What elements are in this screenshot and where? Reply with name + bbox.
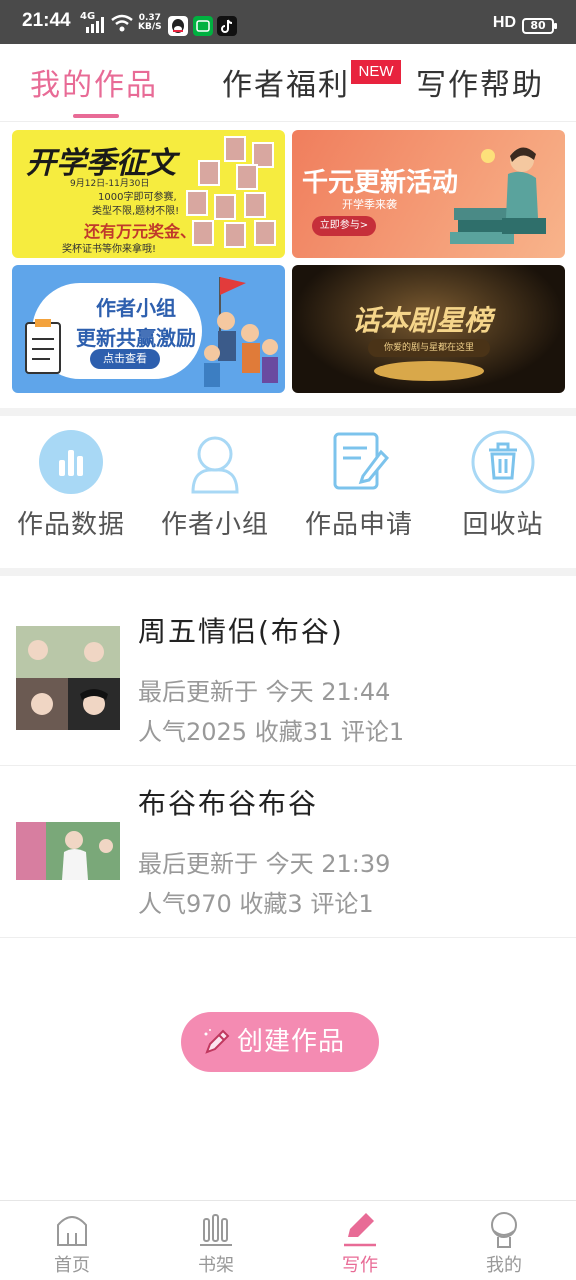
status-time: 21:44	[22, 10, 71, 31]
nav-profile[interactable]: 我的	[454, 1209, 554, 1277]
nav-label: 我的	[486, 1255, 522, 1276]
quick-action-recycle-bin[interactable]: 回收站	[438, 430, 568, 541]
clipboard-icon	[25, 319, 61, 374]
nav-label: 首页	[54, 1255, 90, 1276]
pen-icon	[344, 1213, 376, 1247]
join-now-button[interactable]: 立即参与>	[312, 216, 376, 236]
nav-write[interactable]: 写作	[310, 1209, 410, 1277]
wifi-icon	[111, 14, 133, 32]
quick-action-label: 作者小组	[160, 510, 269, 540]
work-cover	[16, 626, 120, 730]
nav-label: 写作	[342, 1255, 378, 1276]
iqiyi-icon	[193, 16, 213, 36]
quick-action-label: 作品数据	[16, 510, 125, 540]
work-title: 布谷布谷布谷	[138, 787, 319, 820]
edit-document-icon	[333, 432, 390, 490]
tab-author-welfare[interactable]: 作者福利	[222, 60, 350, 104]
banner-subtitle: 你爱的剧与星都在这里	[368, 339, 490, 357]
banner-subtitle: 开学季来袭	[342, 198, 397, 211]
banner-text: 类型不限,题材不限!	[92, 206, 180, 217]
pencil-icon	[204, 1029, 230, 1054]
banner-title: 话本剧星榜	[352, 304, 493, 337]
quick-action-label: 作品申请	[304, 510, 413, 540]
active-tab-indicator	[73, 114, 119, 118]
work-title: 周五情侣(布谷)	[138, 615, 344, 648]
group-icon	[191, 436, 239, 494]
tab-my-works[interactable]: 我的作品	[30, 60, 158, 104]
banner-qianyuan-update[interactable]: 千元更新活动 开学季来袭 立即参与>	[292, 130, 565, 258]
network-speed: 0.37 KB/S	[138, 13, 162, 32]
trash-icon	[471, 430, 535, 494]
banner-text: 1000字即可参赛,	[98, 192, 177, 203]
banner-author-group[interactable]: 作者小组 更新共赢激励 点击查看	[12, 265, 285, 393]
bar-chart-icon	[39, 430, 103, 494]
stage-shape	[374, 361, 484, 381]
profile-icon	[491, 1212, 517, 1248]
nav-bookshelf[interactable]: 书架	[166, 1209, 266, 1277]
home-icon	[57, 1216, 87, 1246]
bottom-nav: 首页 书架 写作 我的	[0, 1200, 576, 1280]
banner-title: 作者小组 更新共赢激励	[76, 296, 196, 350]
top-tabs: 我的作品 作者福利 写作帮助 NEW	[0, 44, 576, 122]
bookshelf-icon	[200, 1214, 232, 1246]
new-badge: NEW	[351, 60, 401, 84]
banner-title: 千元更新活动	[302, 168, 459, 198]
hd-indicator: HD	[492, 14, 516, 31]
work-cover	[16, 822, 120, 880]
tab-writing-help[interactable]: 写作帮助	[416, 60, 544, 104]
quick-action-author-group[interactable]: 作者小组	[150, 430, 280, 541]
quick-action-label: 回收站	[462, 510, 544, 540]
section-divider	[0, 408, 576, 416]
status-bar: 21:44 4G 0.37 KB/S HD 80	[0, 0, 576, 44]
quick-action-work-data[interactable]: 作品数据	[6, 430, 136, 541]
section-divider	[0, 568, 576, 576]
nav-label: 书架	[198, 1255, 234, 1276]
work-stats: 人气970 收藏3 评论1	[138, 890, 374, 918]
banner-highlight: 还有万元奖金、	[84, 222, 197, 241]
nav-home[interactable]: 首页	[22, 1209, 122, 1277]
reading-person-illustration	[450, 147, 546, 244]
create-work-button[interactable]: 创建作品	[181, 1012, 379, 1072]
banner-kaixue-essay[interactable]: 开学季征文 9月12日-11月30日 1000字即可参赛, 类型不限,题材不限!…	[12, 130, 285, 258]
quick-action-work-apply[interactable]: 作品申请	[294, 430, 424, 541]
qq-icon	[168, 16, 188, 36]
work-stats: 人气2025 收藏31 评论1	[138, 718, 405, 746]
work-updated: 最后更新于 今天 21:39	[138, 850, 391, 878]
banner-drama-star-chart[interactable]: 话本剧星榜 你爱的剧与星都在这里	[292, 265, 565, 393]
battery-icon: 80	[522, 18, 557, 34]
work-item[interactable]: 周五情侣(布谷) 最后更新于 今天 21:44 人气2025 收藏31 评论1	[0, 594, 576, 766]
view-now-button[interactable]: 点击查看	[90, 349, 160, 369]
create-work-label: 创建作品	[237, 1027, 346, 1057]
work-item[interactable]: 布谷布谷布谷 最后更新于 今天 21:39 人气970 收藏3 评论1	[0, 766, 576, 938]
students-illustration	[204, 277, 278, 387]
signal-icon	[86, 17, 104, 33]
tiktok-icon	[217, 16, 237, 36]
banner-photos	[184, 136, 280, 252]
banner-text: 奖杯证书等你来拿哦!	[62, 244, 157, 255]
work-updated: 最后更新于 今天 21:44	[138, 678, 391, 706]
